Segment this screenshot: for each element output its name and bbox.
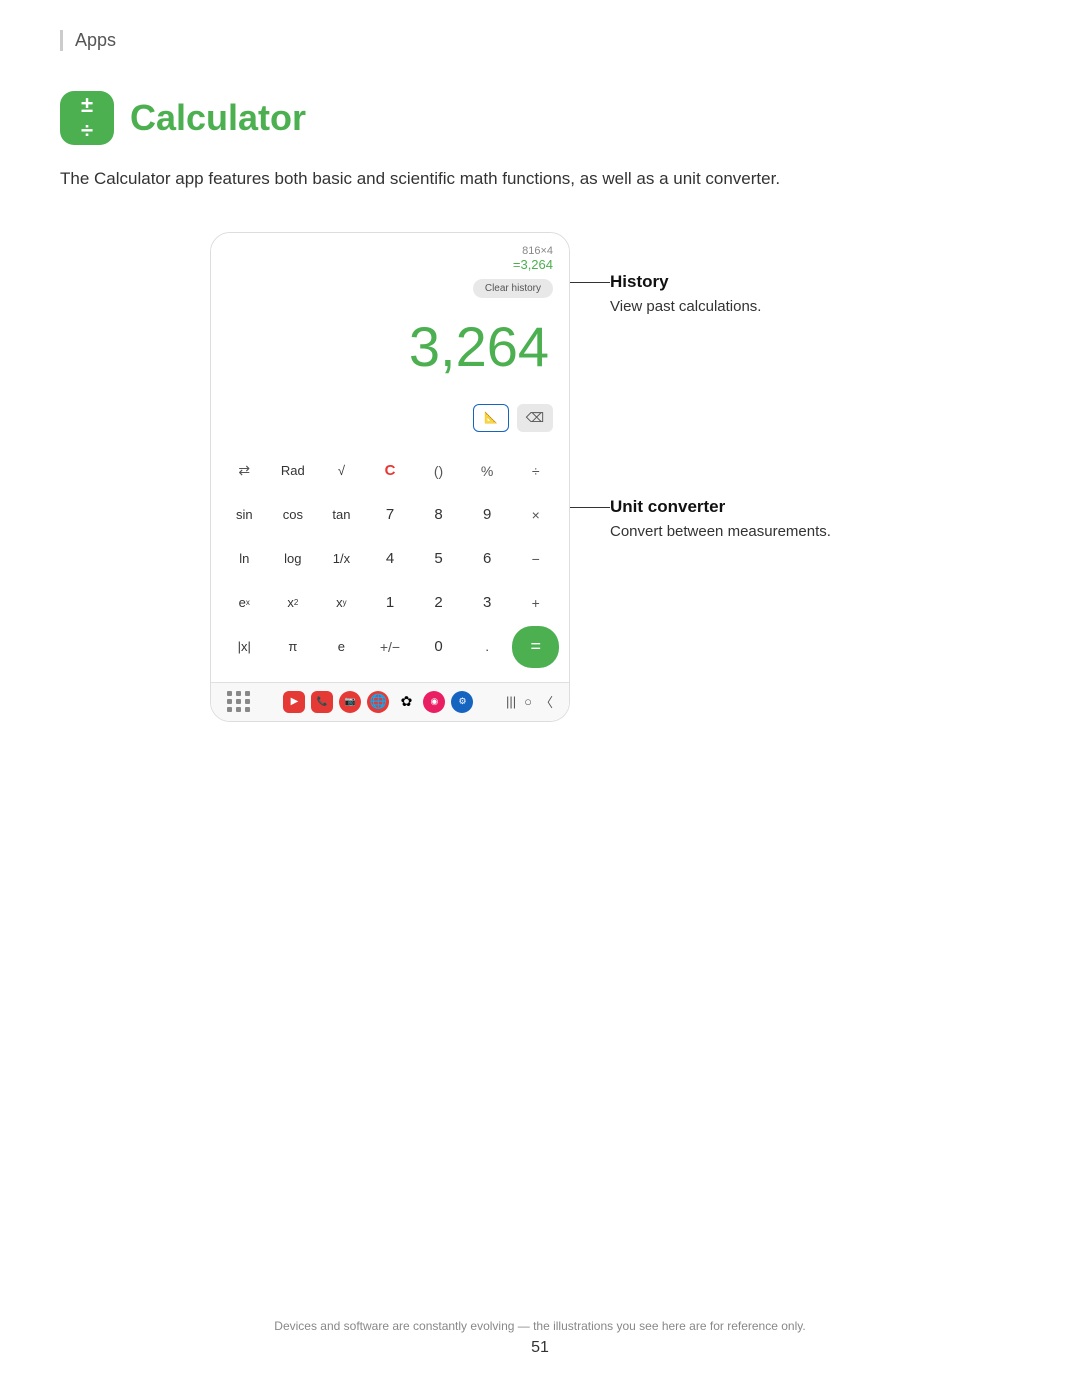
- footer-disclaimer: Devices and software are constantly evol…: [0, 1319, 1080, 1333]
- key-tan[interactable]: tan: [318, 494, 365, 536]
- dock-app-chrome[interactable]: 🌐: [367, 691, 389, 713]
- unit-converter-annotation-title: Unit converter: [610, 497, 870, 517]
- nav-home-icon[interactable]: ○: [524, 694, 532, 709]
- unit-converter-annotation-desc: Convert between measurements.: [610, 521, 870, 542]
- key-1[interactable]: 1: [367, 582, 414, 624]
- key-5[interactable]: 5: [415, 538, 462, 580]
- phone-nav-bar: ▶ 📞 📷 🌐 ✿ ◉ ⚙ ||| ○ 〈: [211, 682, 569, 721]
- key-0[interactable]: 0: [415, 626, 462, 668]
- nav-recents-icon[interactable]: |||: [506, 694, 516, 709]
- key-percent[interactable]: %: [464, 450, 511, 492]
- section-label: Apps: [75, 30, 116, 50]
- history-annotation-desc: View past calculations.: [610, 296, 870, 317]
- clear-history-button[interactable]: Clear history: [473, 279, 553, 298]
- annotations-panel: History View past calculations. Unit con…: [610, 232, 870, 602]
- dock-app-instagram[interactable]: ◉: [423, 691, 445, 713]
- unit-converter-annotation: Unit converter Convert between measureme…: [610, 497, 870, 542]
- ruler-icon: 📐: [484, 411, 498, 424]
- key-parens[interactable]: (): [415, 450, 462, 492]
- key-3[interactable]: 3: [464, 582, 511, 624]
- key-6[interactable]: 6: [464, 538, 511, 580]
- main-display-area: 3,264: [211, 306, 569, 398]
- nav-back-icon[interactable]: 〈: [540, 692, 553, 711]
- key-8[interactable]: 8: [415, 494, 462, 536]
- key-abs[interactable]: |x|: [221, 626, 268, 668]
- key-4[interactable]: 4: [367, 538, 414, 580]
- key-switch[interactable]: ⇄: [221, 450, 268, 492]
- main-display-number: 3,264: [231, 316, 549, 378]
- page-footer: Devices and software are constantly evol…: [0, 1319, 1080, 1357]
- key-exp[interactable]: ex: [221, 582, 268, 624]
- dock-app-settings[interactable]: ⚙: [451, 691, 473, 713]
- key-clear[interactable]: C: [367, 450, 414, 492]
- key-sin[interactable]: sin: [221, 494, 268, 536]
- keypad-row-2: sin cos tan 7 8 9 ×: [221, 494, 559, 536]
- app-description: The Calculator app features both basic a…: [60, 165, 940, 192]
- page-header: Apps: [60, 30, 1020, 51]
- page-number: 51: [0, 1339, 1080, 1357]
- app-title-row: ±÷ Calculator: [60, 91, 1020, 145]
- backspace-icon: ⌫: [526, 410, 544, 426]
- history-expression: 816×4: [227, 245, 553, 257]
- history-area: 816×4 =3,264 Clear history: [211, 233, 569, 306]
- key-pi[interactable]: π: [270, 626, 317, 668]
- key-add[interactable]: +: [512, 582, 559, 624]
- key-euler[interactable]: e: [318, 626, 365, 668]
- unit-converter-button[interactable]: 📐: [473, 404, 509, 432]
- key-cos[interactable]: cos: [270, 494, 317, 536]
- key-9[interactable]: 9: [464, 494, 511, 536]
- calculator-keypad: ⇄ Rad √ C () % ÷ sin cos tan 7 8 9 ×: [211, 442, 569, 682]
- history-annotation: History View past calculations.: [610, 272, 870, 317]
- unit-converter-annotation-line: [570, 507, 610, 508]
- history-annotation-line: [570, 282, 610, 283]
- key-7[interactable]: 7: [367, 494, 414, 536]
- keypad-row-4: ex x2 xy 1 2 3 +: [221, 582, 559, 624]
- calculator-app-icon: ±÷: [60, 91, 114, 145]
- keypad-row-5: |x| π e +/− 0 . =: [221, 626, 559, 668]
- key-reciprocal[interactable]: 1/x: [318, 538, 365, 580]
- nav-controls: ||| ○ 〈: [506, 692, 553, 711]
- key-log[interactable]: log: [270, 538, 317, 580]
- key-decimal[interactable]: .: [464, 626, 511, 668]
- key-power[interactable]: xy: [318, 582, 365, 624]
- calculator-screen: 816×4 =3,264 Clear history 3,264 📐 ⌫: [211, 233, 569, 721]
- history-result: =3,264: [227, 257, 553, 272]
- main-content: 816×4 =3,264 Clear history 3,264 📐 ⌫: [60, 232, 1020, 722]
- dock-app-camera[interactable]: 📷: [339, 691, 361, 713]
- key-ln[interactable]: ln: [221, 538, 268, 580]
- key-multiply[interactable]: ×: [512, 494, 559, 536]
- unit-converter-row: 📐 ⌫: [211, 398, 569, 442]
- app-icon-symbol: ±÷: [81, 92, 93, 144]
- key-2[interactable]: 2: [415, 582, 462, 624]
- key-square[interactable]: x2: [270, 582, 317, 624]
- key-subtract[interactable]: −: [512, 538, 559, 580]
- dock-app-youtube[interactable]: ▶: [283, 691, 305, 713]
- key-divide[interactable]: ÷: [512, 450, 559, 492]
- history-annotation-title: History: [610, 272, 870, 292]
- app-title: Calculator: [130, 97, 306, 139]
- phone-mockup: 816×4 =3,264 Clear history 3,264 📐 ⌫: [210, 232, 570, 722]
- key-equals[interactable]: =: [512, 626, 559, 668]
- key-rad[interactable]: Rad: [270, 450, 317, 492]
- keypad-row-1: ⇄ Rad √ C () % ÷: [221, 450, 559, 492]
- dock-app-flower[interactable]: ✿: [395, 691, 417, 713]
- key-negate[interactable]: +/−: [367, 626, 414, 668]
- apps-grid-icon[interactable]: [227, 691, 251, 712]
- backspace-button[interactable]: ⌫: [517, 404, 553, 432]
- dock-app-phone[interactable]: 📞: [311, 691, 333, 713]
- dock-apps: ▶ 📞 📷 🌐 ✿ ◉ ⚙: [283, 691, 473, 713]
- keypad-row-3: ln log 1/x 4 5 6 −: [221, 538, 559, 580]
- key-sqrt[interactable]: √: [318, 450, 365, 492]
